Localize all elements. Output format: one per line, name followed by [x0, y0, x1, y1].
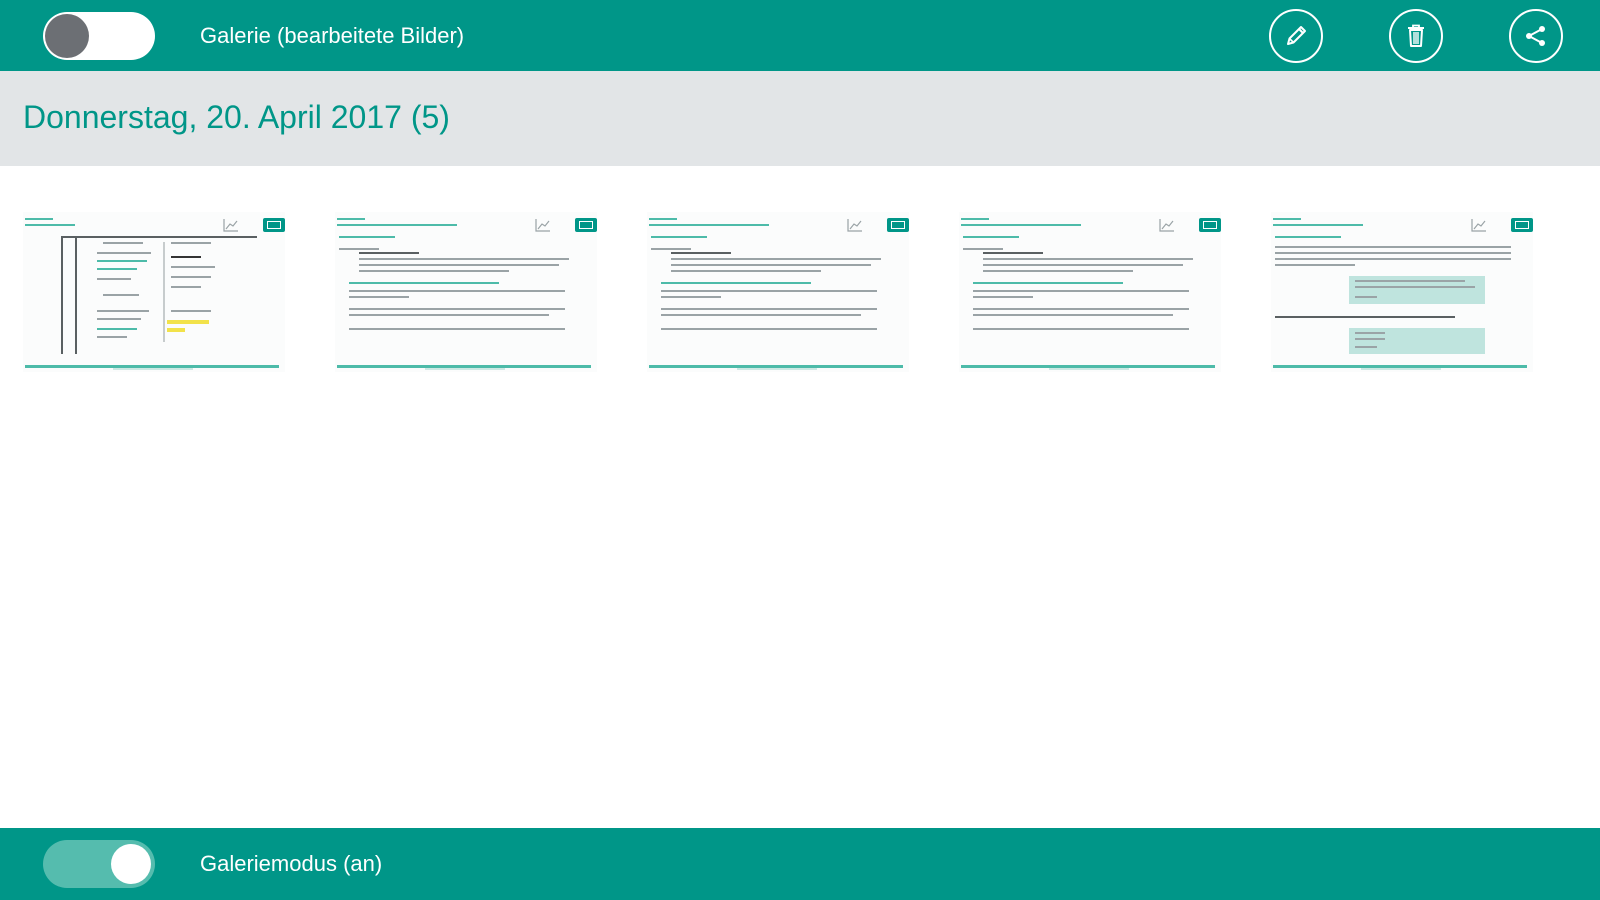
edited-images-toggle[interactable]	[43, 12, 155, 60]
toggle-knob	[111, 844, 151, 884]
date-section-header: Donnerstag, 20. April 2017 (5)	[0, 71, 1600, 166]
gallery-badge-icon	[1511, 218, 1533, 232]
gallery-thumbnail[interactable]	[959, 212, 1221, 372]
document-preview	[23, 212, 285, 372]
chart-icon	[1159, 219, 1174, 232]
thumbnail-divider	[1273, 365, 1527, 368]
share-icon	[1526, 26, 1545, 46]
chart-icon	[535, 219, 550, 232]
gallery-badge-icon	[887, 218, 909, 232]
gallery-badge-icon	[575, 218, 597, 232]
chart-icon	[1471, 219, 1486, 232]
bottom-app-bar: Galeriemodus (an)	[0, 828, 1600, 900]
gallery-thumbnail[interactable]	[647, 212, 909, 372]
top-app-bar: Galerie (bearbeitete Bilder)	[0, 0, 1600, 71]
thumbnail-divider	[961, 365, 1215, 368]
thumbnail-divider	[25, 365, 279, 368]
document-preview	[1271, 212, 1533, 372]
gallery-badge-icon	[1199, 218, 1221, 232]
chart-icon	[847, 219, 862, 232]
edit-button[interactable]	[1269, 9, 1323, 63]
share-button[interactable]	[1509, 9, 1563, 63]
document-preview	[959, 212, 1221, 372]
trash-icon	[1408, 24, 1424, 47]
document-preview	[335, 212, 597, 372]
document-preview	[647, 212, 909, 372]
gallery-thumbnail[interactable]	[23, 212, 285, 372]
toggle-knob	[45, 14, 89, 58]
gallery-thumbnail[interactable]	[335, 212, 597, 372]
gallery-mode-toggle[interactable]	[43, 840, 155, 888]
gallery-thumbnail[interactable]	[1271, 212, 1533, 372]
gallery-mode-label: Galeriemodus (an)	[200, 851, 383, 876]
chart-icon	[223, 219, 238, 232]
app-root: Galerie (bearbeitete Bilder) Donnerstag,…	[0, 0, 1600, 900]
thumbnail-divider	[649, 365, 903, 368]
gallery-title: Galerie (bearbeitete Bilder)	[200, 23, 465, 48]
date-title: Donnerstag, 20. April 2017 (5)	[23, 99, 450, 135]
gallery-badge-icon	[263, 218, 285, 232]
pencil-icon	[1287, 26, 1306, 45]
delete-button[interactable]	[1389, 9, 1443, 63]
thumbnail-divider	[337, 365, 591, 368]
